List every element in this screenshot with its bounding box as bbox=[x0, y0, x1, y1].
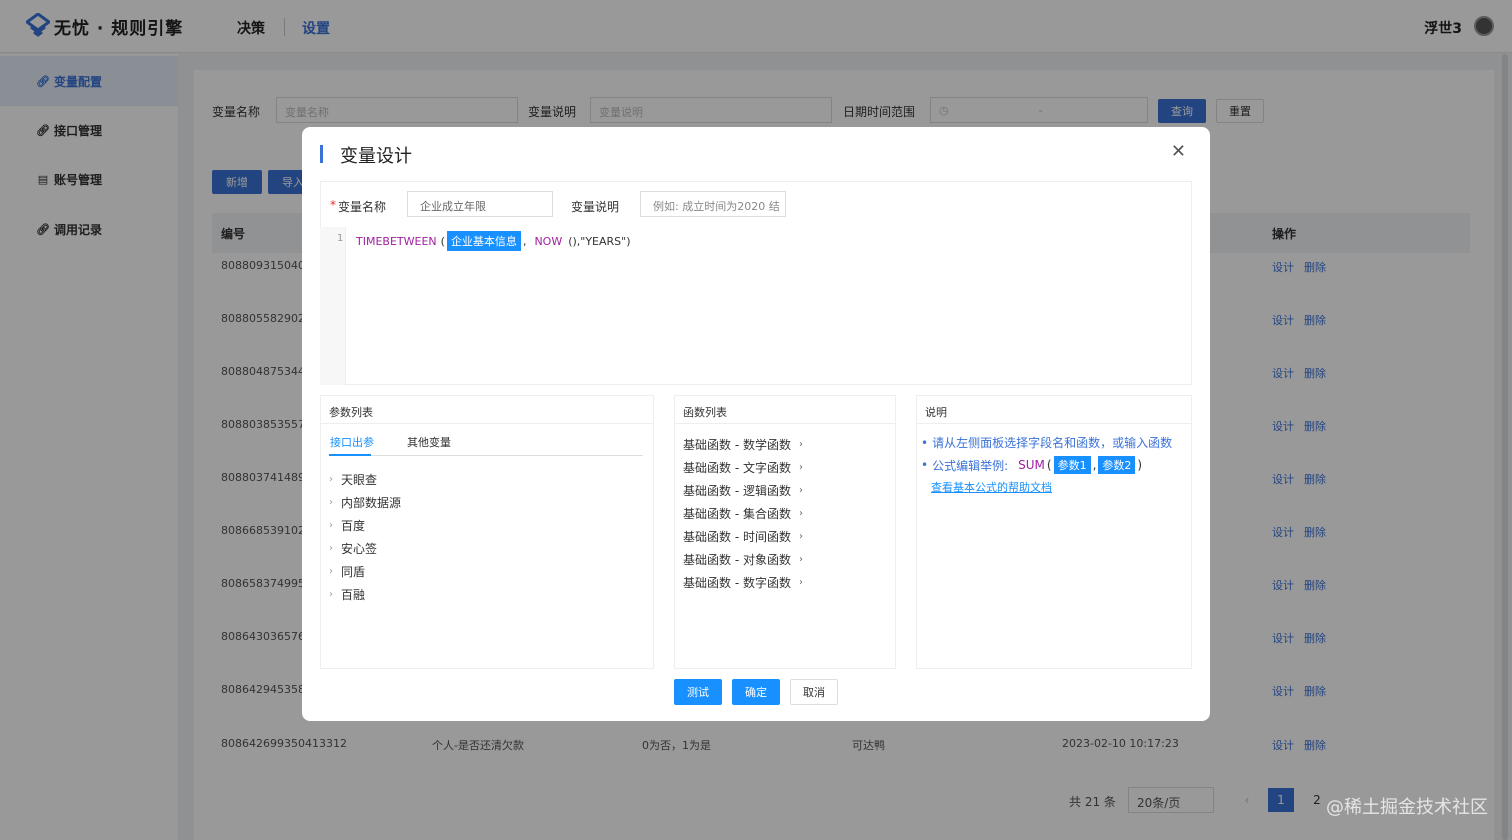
example-arg-tag: 参数1 bbox=[1053, 456, 1091, 474]
variable-desc-input[interactable]: 例如: 成立时间为2020 结 bbox=[640, 191, 786, 217]
close-icon[interactable]: ✕ bbox=[1171, 141, 1186, 162]
chevron-right-icon: › bbox=[798, 485, 803, 496]
help-docs-link[interactable]: 查看基本公式的帮助文档 bbox=[931, 479, 1052, 495]
code-field-tag[interactable]: 企业基本信息 bbox=[446, 231, 521, 251]
test-button[interactable]: 测试 bbox=[674, 679, 722, 705]
code-paren: ( bbox=[440, 234, 445, 248]
variable-design-modal: 变量设计 ✕ * 变量名称 企业成立年限 变量说明 例如: 成立时间为2020 … bbox=[302, 127, 1210, 721]
example-arg-tag: 参数2 bbox=[1098, 456, 1136, 474]
help-note-2: • 公式编辑举例: SUM ( 参数1 , 参数2 ) bbox=[921, 456, 1142, 474]
function-group-label: 基础函数 - 时间函数 bbox=[683, 530, 791, 544]
cancel-button[interactable]: 取消 bbox=[790, 679, 838, 705]
function-group-item[interactable]: 基础函数 - 集合函数 › bbox=[683, 505, 803, 522]
function-group-item[interactable]: 基础函数 - 时间函数 › bbox=[683, 528, 803, 545]
function-group-item[interactable]: 基础函数 - 文字函数 › bbox=[683, 459, 803, 476]
tree-item[interactable]: › 同盾 bbox=[329, 563, 365, 580]
function-group-item[interactable]: 基础函数 - 数字函数 › bbox=[683, 574, 803, 591]
tree-item-label: 天眼查 bbox=[341, 473, 378, 487]
variable-desc-label: 变量说明 bbox=[571, 200, 620, 214]
functions-panel-title: 函数列表 bbox=[675, 396, 895, 424]
example-paren: ) bbox=[1137, 458, 1143, 472]
tree-item-label: 百融 bbox=[341, 588, 366, 602]
chevron-right-icon: › bbox=[798, 439, 803, 450]
tree-item-label: 内部数据源 bbox=[341, 496, 402, 510]
code-function: NOW bbox=[534, 234, 563, 248]
bullet-icon: • bbox=[921, 458, 929, 472]
tab-other-variables[interactable]: 其他变量 bbox=[407, 434, 451, 450]
chevron-right-icon: › bbox=[329, 474, 333, 485]
required-mark: * bbox=[330, 198, 336, 212]
params-panel-title: 参数列表 bbox=[321, 396, 653, 424]
line-number: 1 bbox=[337, 233, 344, 244]
tree-item[interactable]: › 百度 bbox=[329, 517, 365, 534]
variable-name-label: 变量名称 bbox=[338, 200, 387, 214]
function-group-label: 基础函数 - 集合函数 bbox=[683, 507, 791, 521]
title-accent-bar bbox=[320, 145, 323, 163]
chevron-right-icon: › bbox=[798, 577, 803, 588]
chevron-right-icon: › bbox=[798, 554, 803, 565]
function-group-item[interactable]: 基础函数 - 对象函数 › bbox=[683, 551, 803, 568]
chevron-right-icon: › bbox=[798, 462, 803, 473]
chevron-right-icon: › bbox=[329, 566, 333, 577]
tree-item-label: 安心签 bbox=[341, 542, 378, 556]
editor-gutter bbox=[320, 227, 346, 385]
params-panel: 参数列表 接口出参 其他变量 › 天眼查 › 内部数据源 › 百度 › 安心签 › 同盾 … bbox=[320, 395, 654, 669]
tree-item[interactable]: › 安心签 bbox=[329, 540, 377, 557]
code-comma: , bbox=[522, 234, 527, 248]
tree-item-label: 同盾 bbox=[341, 565, 366, 579]
chevron-right-icon: › bbox=[329, 497, 333, 508]
tree-item[interactable]: › 内部数据源 bbox=[329, 494, 401, 511]
bullet-icon: • bbox=[921, 435, 929, 450]
example-function: SUM bbox=[1018, 458, 1045, 472]
help-note-text: 公式编辑举例: bbox=[932, 458, 1009, 473]
modal-title: 变量设计 bbox=[340, 146, 412, 167]
help-panel: 说明 • 请从左侧面板选择字段名和函数，或输入函数 • 公式编辑举例: SUM … bbox=[916, 395, 1192, 669]
tab-divider bbox=[329, 455, 643, 456]
confirm-button[interactable]: 确定 bbox=[732, 679, 780, 705]
chevron-right-icon: › bbox=[329, 520, 333, 531]
help-panel-title: 说明 bbox=[917, 396, 1191, 424]
tree-item-label: 百度 bbox=[341, 519, 366, 533]
function-group-label: 基础函数 - 数字函数 bbox=[683, 576, 791, 590]
function-group-item[interactable]: 基础函数 - 逻辑函数 › bbox=[683, 482, 803, 499]
function-group-label: 基础函数 - 文字函数 bbox=[683, 461, 791, 475]
chevron-right-icon: › bbox=[798, 531, 803, 542]
help-note-1: • 请从左侧面板选择字段名和函数，或输入函数 bbox=[921, 434, 1172, 451]
function-group-label: 基础函数 - 对象函数 bbox=[683, 553, 791, 567]
example-comma: , bbox=[1092, 458, 1097, 472]
function-group-label: 基础函数 - 逻辑函数 bbox=[683, 484, 791, 498]
variable-name-input[interactable]: 企业成立年限 bbox=[407, 191, 553, 217]
function-group-item[interactable]: 基础函数 - 数学函数 › bbox=[683, 436, 803, 453]
example-paren: ( bbox=[1046, 458, 1052, 472]
tree-item[interactable]: › 天眼查 bbox=[329, 471, 377, 488]
chevron-right-icon: › bbox=[798, 508, 803, 519]
tree-item[interactable]: › 百融 bbox=[329, 586, 365, 603]
code-args: (),"YEARS") bbox=[568, 234, 631, 248]
watermark: @稀土掘金技术社区 bbox=[1326, 797, 1488, 818]
tab-active-indicator bbox=[329, 454, 371, 456]
help-note-text: 请从左侧面板选择字段名和函数，或输入函数 bbox=[932, 436, 1173, 450]
chevron-right-icon: › bbox=[329, 543, 333, 554]
chevron-right-icon: › bbox=[329, 589, 333, 600]
code-editor[interactable]: TIMEBETWEEN ( 企业基本信息 , NOW (),"YEARS") bbox=[356, 231, 631, 251]
function-group-label: 基础函数 - 数学函数 bbox=[683, 438, 791, 452]
functions-panel: 函数列表 基础函数 - 数学函数 › 基础函数 - 文字函数 › 基础函数 - 逻辑… bbox=[674, 395, 896, 669]
tab-api-output[interactable]: 接口出参 bbox=[330, 434, 374, 450]
code-function: TIMEBETWEEN bbox=[356, 234, 437, 248]
